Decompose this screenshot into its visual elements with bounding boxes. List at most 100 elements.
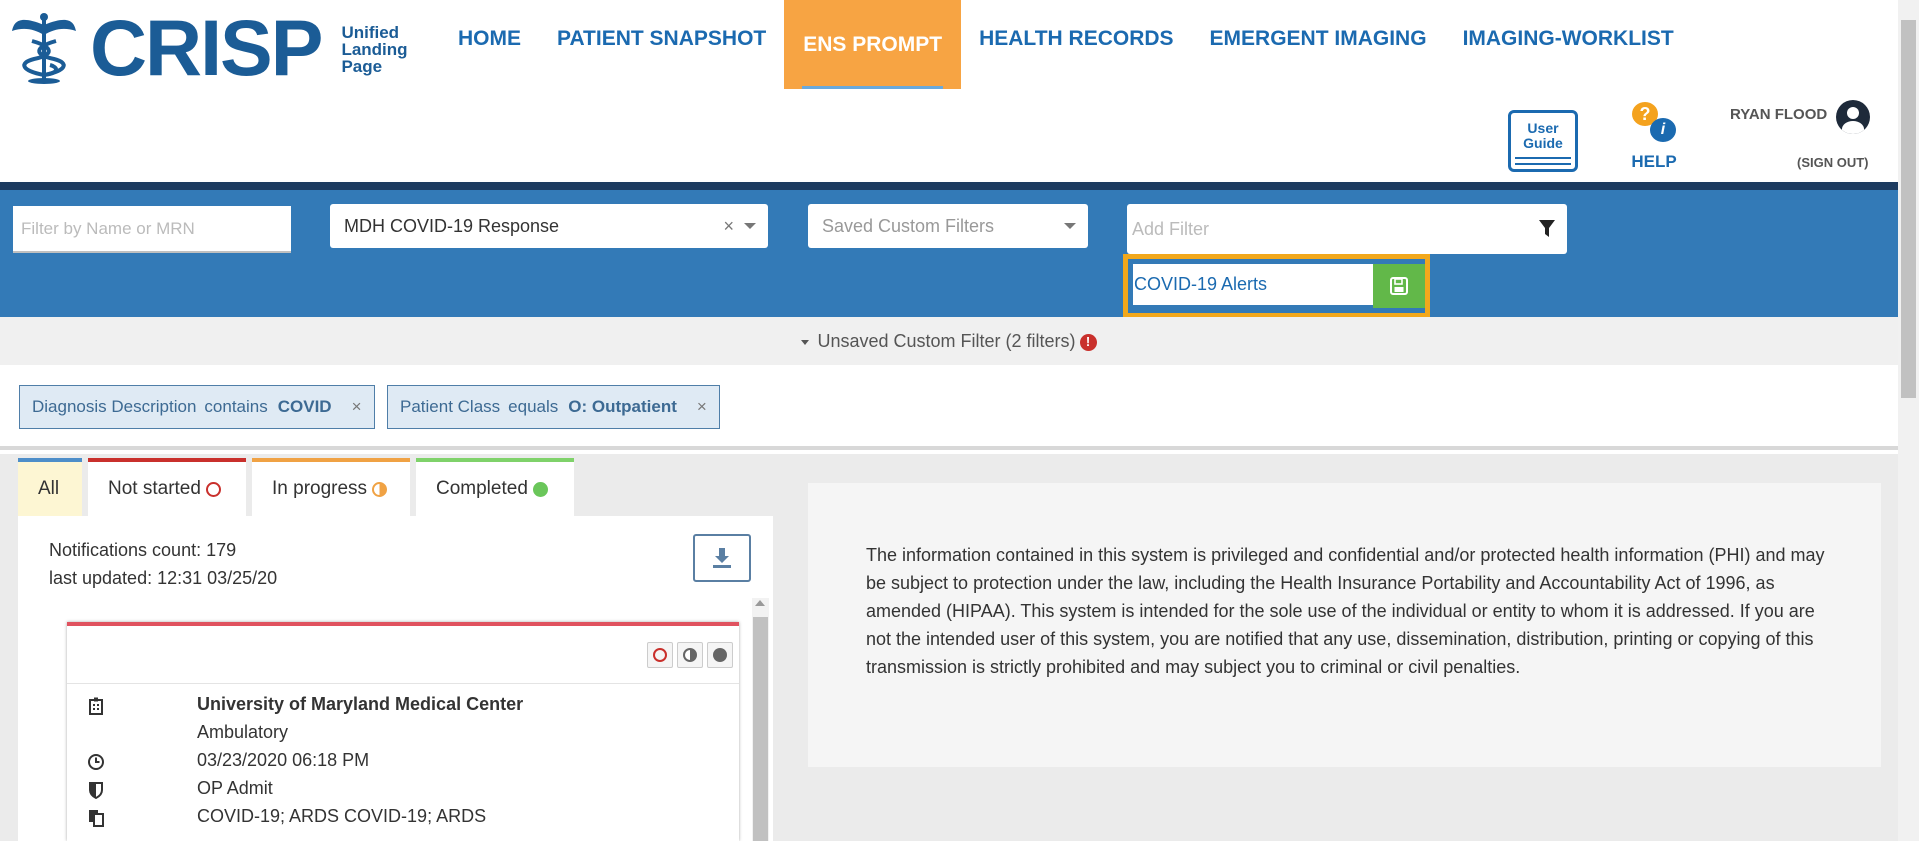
user-guide-label: User [1527, 120, 1559, 136]
save-filter-button[interactable] [1373, 264, 1425, 308]
saved-filters-placeholder: Saved Custom Filters [822, 215, 995, 236]
notification-card[interactable]: University of Maryland Medical Center Am… [67, 622, 739, 841]
floppy-disk-icon [1390, 277, 1408, 295]
remove-chip-icon[interactable]: × [697, 397, 707, 417]
hospital-icon [89, 697, 103, 715]
brand-subtitle-line: Page [341, 57, 383, 76]
filter-chip[interactable]: Patient Class equals O: Outpatient × [387, 385, 720, 429]
tab-label: Completed [436, 478, 528, 499]
mark-in-progress-button[interactable] [677, 642, 703, 668]
download-button[interactable] [693, 534, 751, 582]
chevron-down-icon[interactable] [744, 223, 756, 229]
notifications-summary: Notifications count: 179 last updated: 1… [49, 536, 277, 592]
scroll-up-arrow[interactable] [755, 600, 765, 606]
unsaved-filter-label: Unsaved Custom Filter (2 filters) [817, 331, 1076, 351]
caret-down-icon [801, 339, 810, 345]
event-type: OP Admit [197, 778, 273, 798]
user-guide-button[interactable]: User Guide [1508, 110, 1578, 172]
main-nav: HOME PATIENT SNAPSHOT ENS PROMPT HEALTH … [440, 0, 1692, 89]
chip-value: COVID [277, 397, 332, 416]
chip-field: Diagnosis Description [32, 397, 197, 416]
tab-in-progress[interactable]: In progress [252, 458, 410, 516]
card-row-diagnosis: COVID-19; ARDS COVID-19; ARDS [67, 804, 739, 832]
documents-icon [89, 810, 104, 827]
filter-chip[interactable]: Diagnosis Description contains COVID × [19, 385, 375, 429]
filled-circle-icon [713, 648, 727, 662]
chip-operator: contains [204, 397, 268, 416]
avatar[interactable] [1836, 100, 1870, 134]
chip-operator: equals [508, 397, 559, 416]
card-row-facility: University of Maryland Medical Center [67, 692, 739, 720]
tab-completed[interactable]: Completed [416, 458, 574, 516]
last-updated: last updated: 12:31 03/25/20 [49, 568, 278, 588]
mark-not-started-button[interactable] [647, 642, 673, 668]
clear-icon[interactable]: × [723, 216, 734, 237]
user-guide-label: Guide [1523, 135, 1563, 151]
shield-icon [89, 782, 103, 799]
card-divider [67, 683, 739, 684]
help-button[interactable]: ? i HELP [1626, 102, 1682, 172]
nav-imaging-worklist[interactable]: IMAGING-WORKLIST [1445, 0, 1692, 78]
chip-field: Patient Class [400, 397, 501, 416]
download-icon [713, 548, 731, 568]
event-datetime: 03/23/2020 06:18 PM [197, 750, 370, 770]
notifications-scroll-thumb[interactable] [753, 617, 768, 841]
nav-ens-prompt[interactable]: ENS PROMPT [784, 0, 962, 89]
empty-circle-icon [653, 648, 667, 662]
half-circle-icon [372, 481, 388, 497]
user-name: RYAN FLOOD [1730, 106, 1828, 123]
notifications-count: Notifications count: 179 [49, 540, 237, 560]
card-row-datetime: 03/23/2020 06:18 PM [67, 748, 739, 776]
help-icon: ? i [1626, 102, 1682, 148]
chip-value: O: Outpatient [568, 397, 677, 416]
disclaimer-panel: The information contained in this system… [808, 483, 1881, 767]
saved-filters-select[interactable]: Saved Custom Filters [808, 204, 1088, 248]
header-divider [0, 182, 1898, 190]
half-circle-icon [683, 648, 697, 662]
clock-icon [88, 754, 104, 770]
card-status-buttons [643, 642, 733, 668]
tab-label: All [38, 478, 60, 499]
empty-circle-icon [205, 481, 221, 497]
active-filters: Diagnosis Description contains COVID × P… [0, 365, 1898, 450]
tab-all[interactable]: All [18, 458, 82, 516]
facility-name: University of Maryland Medical Center [197, 694, 524, 714]
privacy-disclaimer: The information contained in this system… [866, 545, 1825, 677]
tab-label: In progress [272, 478, 368, 499]
sign-out-link[interactable]: (SIGN OUT) [1797, 155, 1869, 170]
status-tabs: All Not started In progress Completed [18, 458, 580, 516]
filled-circle-icon [532, 481, 548, 497]
name-mrn-filter-input[interactable] [13, 206, 291, 253]
filter-funnel-icon[interactable] [1539, 220, 1555, 238]
response-select[interactable]: MDH COVID-19 Response × [330, 204, 768, 248]
tab-not-started[interactable]: Not started [88, 458, 246, 516]
response-select-value: MDH COVID-19 Response [344, 215, 560, 236]
chevron-down-icon[interactable] [1064, 223, 1076, 229]
filter-name-input[interactable] [1133, 264, 1373, 308]
nav-patient-snapshot[interactable]: PATIENT SNAPSHOT [539, 0, 784, 78]
diagnosis-list: COVID-19; ARDS COVID-19; ARDS [197, 806, 487, 826]
card-row-type: Ambulatory [67, 720, 739, 748]
unsaved-filter-toggle[interactable]: Unsaved Custom Filter (2 filters)! [0, 317, 1898, 365]
brand-subtitle: Unified Landing Page [341, 24, 407, 75]
crisp-logo[interactable]: CRISP Unified Landing Page [10, 8, 408, 87]
save-filter-highlight [1123, 254, 1430, 318]
brand-subtitle-line: Unified [341, 23, 400, 42]
caduceus-emblem-icon [12, 12, 76, 84]
warning-icon: ! [1079, 333, 1097, 351]
card-row-event: OP Admit [67, 776, 739, 804]
mark-completed-button[interactable] [707, 642, 733, 668]
add-filter-box [1127, 204, 1567, 254]
nav-emergent-imaging[interactable]: EMERGENT IMAGING [1192, 0, 1445, 78]
page-scroll-thumb[interactable] [1901, 20, 1916, 398]
brand-wordmark: CRISP [90, 3, 323, 92]
filter-toolbar: MDH COVID-19 Response × Saved Custom Fil… [0, 190, 1898, 317]
remove-chip-icon[interactable]: × [352, 397, 362, 417]
add-filter-input[interactable] [1127, 204, 1507, 254]
brand-subtitle-line: Landing [341, 40, 408, 59]
nav-health-records[interactable]: HEALTH RECORDS [961, 0, 1191, 78]
nav-home[interactable]: HOME [440, 0, 539, 78]
help-label: HELP [1631, 152, 1677, 171]
card-details: University of Maryland Medical Center Am… [67, 692, 739, 832]
encounter-type: Ambulatory [197, 722, 289, 742]
